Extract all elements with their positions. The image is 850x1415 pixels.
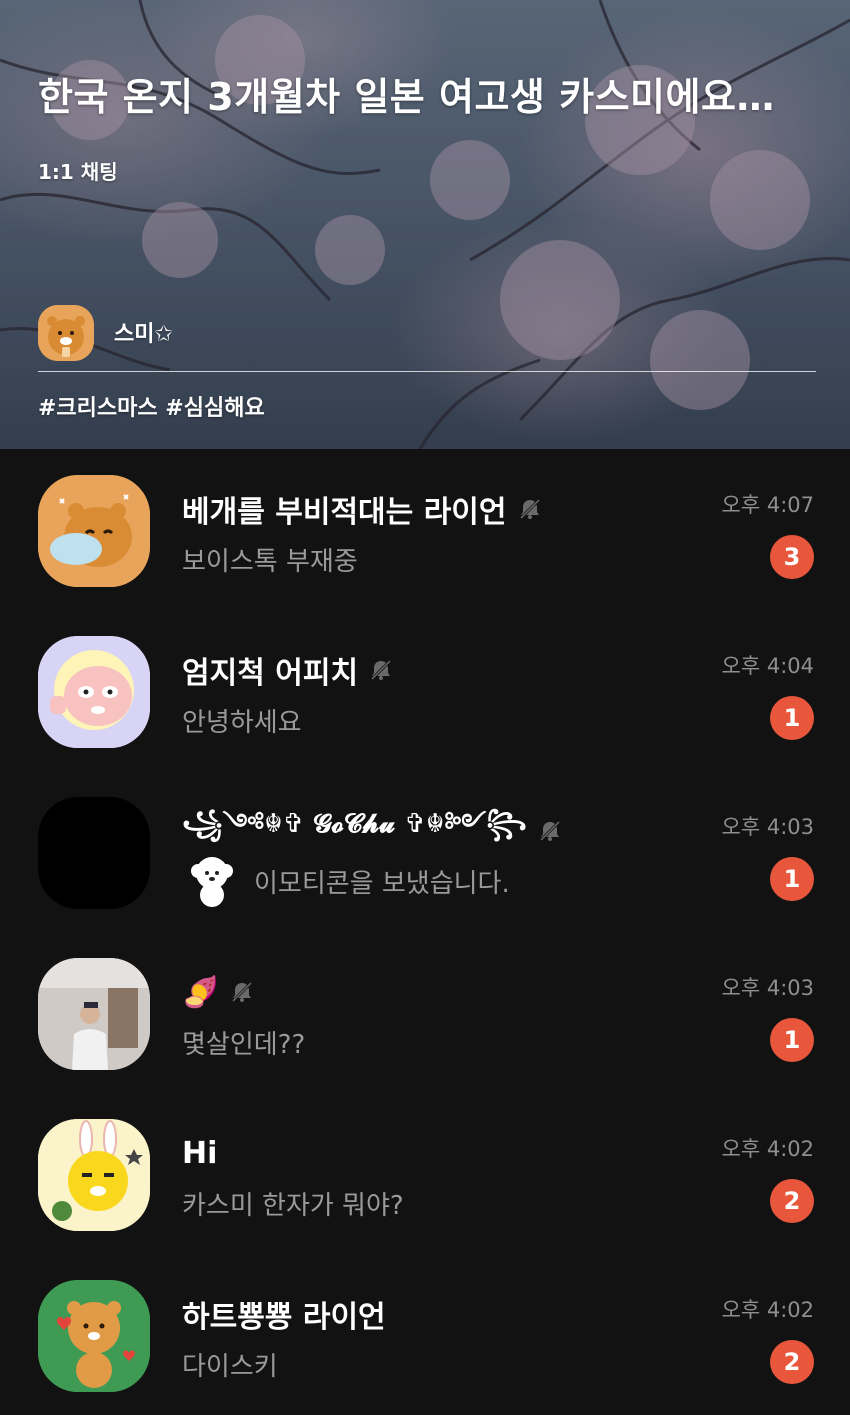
chat-row[interactable]: 하트뿅뿅 라이언 다이스키 오후 4:02 2 bbox=[0, 1254, 850, 1415]
chat-preview: 안녕하세요 bbox=[182, 708, 302, 738]
unread-badge: 2 bbox=[770, 1340, 814, 1384]
chat-time: 오후 4:03 bbox=[721, 815, 814, 839]
chat-name: 엄지척 어피치 bbox=[182, 656, 359, 691]
chat-name: Hi bbox=[182, 1135, 218, 1171]
unread-badge: 2 bbox=[770, 1179, 814, 1223]
chat-avatar[interactable] bbox=[38, 1119, 150, 1231]
host-avatar[interactable] bbox=[38, 305, 94, 361]
bell-slash-icon bbox=[370, 659, 392, 681]
unread-badge: 1 bbox=[770, 1018, 814, 1062]
ryan-heart-icon bbox=[38, 1280, 150, 1392]
chat-time: 오후 4:07 bbox=[721, 493, 814, 517]
chat-preview: 다이스키 bbox=[182, 1352, 278, 1382]
chat-time: 오후 4:04 bbox=[721, 654, 814, 678]
chat-name: 하트뿅뿅 라이언 bbox=[182, 1300, 386, 1335]
chat-preview: 보이스톡 부재중 bbox=[182, 547, 358, 577]
bell-slash-icon bbox=[539, 820, 560, 842]
profile-photo bbox=[38, 958, 150, 1070]
chatroom-title: 한국 온지 3개월차 일본 여고생 카스미에요… bbox=[38, 75, 775, 119]
chat-avatar[interactable] bbox=[38, 958, 150, 1070]
chat-name-line: 엄지척 어피치 bbox=[182, 650, 394, 691]
chat-preview: 몇살인데?? bbox=[182, 1030, 306, 1060]
chat-time: 오후 4:03 bbox=[721, 976, 814, 1000]
chat-header-banner: 한국 온지 3개월차 일본 여고생 카스미에요… 1:1 채팅 스미✩ #크리스… bbox=[0, 0, 850, 449]
unread-badge: 1 bbox=[770, 696, 814, 740]
bell-slash-icon bbox=[232, 981, 253, 1003]
header-divider bbox=[38, 371, 816, 372]
chat-row[interactable]: 엄지척 어피치 안녕하세요 오후 4:04 1 bbox=[0, 610, 850, 771]
chatroom-tags[interactable]: #크리스마스 #심심해요 bbox=[38, 390, 265, 422]
chat-name-line: 하트뿅뿅 라이언 bbox=[182, 1294, 386, 1335]
chat-time: 오후 4:02 bbox=[721, 1137, 814, 1161]
chat-time: 오후 4:02 bbox=[721, 1298, 814, 1322]
chat-name: 베개를 부비적대는 라이언 bbox=[182, 495, 507, 530]
chat-name: 🍠 bbox=[182, 974, 220, 1010]
ryan-icon bbox=[38, 305, 94, 361]
chat-row[interactable]: 베개를 부비적대는 라이언 보이스톡 부재중 오후 4:07 3 bbox=[0, 449, 850, 610]
host-name: 스미✩ bbox=[114, 322, 173, 347]
chat-name-line: ꧁༺☬✞ 𝓖𝓸𝓒𝓱𝓾 ✞☬༻꧂ bbox=[182, 809, 563, 851]
ryan-pillow-icon bbox=[38, 475, 150, 587]
chat-row[interactable]: 🍠 몇살인데?? 오후 4:03 1 bbox=[0, 932, 850, 1093]
apeach-icon bbox=[38, 636, 150, 748]
muzi-icon bbox=[38, 1119, 150, 1231]
bell-slash-icon bbox=[519, 498, 540, 520]
chat-name-line: 베개를 부비적대는 라이언 bbox=[182, 489, 543, 530]
unread-badge: 3 bbox=[770, 535, 814, 579]
dog-emoticon-icon bbox=[191, 857, 233, 907]
unread-badge: 1 bbox=[770, 857, 814, 901]
chat-name-line: Hi bbox=[182, 1133, 217, 1173]
chat-avatar[interactable] bbox=[38, 1280, 150, 1392]
chat-preview: 이모티콘을 보냈습니다. bbox=[254, 868, 510, 899]
chat-name-line: 🍠 bbox=[182, 972, 255, 1012]
chat-avatar[interactable] bbox=[38, 797, 150, 909]
chat-preview-row: 이모티콘을 보냈습니다. bbox=[182, 851, 510, 911]
chat-row[interactable]: ꧁༺☬✞ 𝓖𝓸𝓒𝓱𝓾 ✞☬༻꧂ 이모티콘을 보냈습니다. 오후 4:03 1 bbox=[0, 771, 850, 932]
chat-avatar[interactable] bbox=[38, 636, 150, 748]
chat-avatar[interactable] bbox=[38, 475, 150, 587]
chat-type-label: 1:1 채팅 bbox=[38, 160, 118, 184]
chat-row[interactable]: Hi 카스미 한자가 뭐야? 오후 4:02 2 bbox=[0, 1093, 850, 1254]
chat-preview: 카스미 한자가 뭐야? bbox=[182, 1191, 404, 1221]
